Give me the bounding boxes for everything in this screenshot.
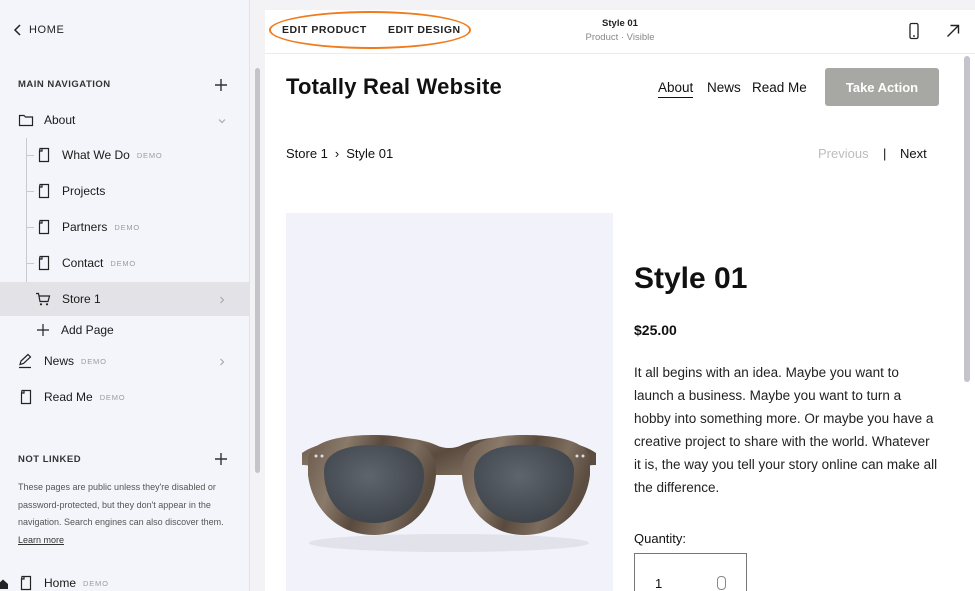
sidebar-item-store-1[interactable]: Store 1	[0, 282, 249, 316]
breadcrumb-store[interactable]: Store 1	[286, 146, 328, 161]
breadcrumb: Store 1 › Style 01	[286, 146, 393, 161]
quantity-label: Quantity:	[634, 531, 687, 546]
previous-link[interactable]: Previous	[818, 146, 869, 161]
sidebar-item-partners[interactable]: Partners DEMO	[0, 210, 249, 244]
page-status: Product · Visible	[585, 32, 655, 43]
sidebar-item-news[interactable]: News DEMO	[0, 344, 249, 378]
plus-icon	[35, 322, 51, 338]
sidebar: HOME MAIN NAVIGATION About What We Do DE…	[0, 0, 250, 591]
product-description: It all begins with an idea. Maybe you wa…	[634, 365, 938, 495]
breadcrumb-separator: ›	[334, 146, 340, 161]
not-linked-text: These pages are public unless they're di…	[18, 482, 224, 527]
page-icon	[36, 183, 52, 199]
demo-badge: DEMO	[99, 392, 126, 402]
page-icon	[36, 147, 52, 163]
demo-badge: DEMO	[114, 222, 141, 232]
sidebar-item-label: Store 1	[62, 292, 101, 306]
home-back-link[interactable]: HOME	[13, 24, 64, 36]
sidebar-item-what-we-do[interactable]: What We Do DEMO	[0, 138, 249, 172]
site-nav-read-me[interactable]: Read Me	[752, 80, 807, 95]
page-icon	[18, 575, 34, 591]
not-linked-heading: NOT LINKED	[18, 454, 82, 465]
sidebar-item-about[interactable]: About	[0, 103, 249, 137]
edit-product-button[interactable]: EDIT PRODUCT	[282, 24, 367, 36]
product-title: Style 01	[634, 262, 748, 295]
chevron-right-icon[interactable]	[217, 294, 227, 304]
sidebar-item-label: News	[44, 354, 75, 368]
chevron-right-icon[interactable]	[217, 356, 227, 366]
learn-more-link[interactable]: Learn more	[18, 535, 64, 545]
demo-badge: DEMO	[83, 578, 109, 588]
sidebar-item-label: What We Do	[62, 148, 130, 162]
site-nav-about[interactable]: About	[658, 80, 694, 98]
chevron-left-icon	[13, 24, 21, 36]
demo-badge: DEMO	[110, 258, 137, 268]
sidebar-item-label: Read Me	[44, 390, 93, 404]
open-external-icon[interactable]	[944, 22, 962, 40]
sidebar-item-read-me[interactable]: Read Me DEMO	[0, 380, 249, 414]
quantity-input[interactable]: 1	[634, 553, 747, 591]
sidebar-item-contact[interactable]: Contact DEMO	[0, 246, 249, 280]
add-main-nav-button[interactable]	[214, 78, 228, 92]
home-icon	[0, 575, 9, 591]
pager-separator: |	[883, 146, 887, 161]
page-icon	[18, 389, 34, 405]
quantity-value: 1	[655, 576, 663, 591]
cart-icon	[35, 291, 51, 307]
product-image[interactable]	[286, 213, 613, 591]
site-preview: EDIT PRODUCT EDIT DESIGN Style 01 Produc…	[265, 10, 975, 591]
sidebar-item-label: About	[44, 113, 76, 127]
page-icon	[36, 255, 52, 271]
quantity-stepper[interactable]	[717, 576, 726, 590]
sidebar-item-projects[interactable]: Projects	[0, 174, 249, 208]
next-link[interactable]: Next	[900, 146, 927, 161]
take-action-button[interactable]: Take Action	[825, 68, 939, 106]
plus-icon	[215, 453, 227, 465]
site-nav-news[interactable]: News	[707, 80, 741, 95]
sidebar-scrollbar[interactable]	[255, 68, 260, 473]
not-linked-description: These pages are public unless they're di…	[18, 479, 233, 549]
blog-icon	[17, 353, 33, 369]
main-navigation-heading: MAIN NAVIGATION	[18, 79, 111, 90]
page-icon	[36, 219, 52, 235]
add-not-linked-button[interactable]	[214, 452, 228, 466]
sidebar-item-label: Home	[44, 576, 77, 590]
demo-badge: DEMO	[81, 356, 107, 366]
plus-icon	[215, 79, 227, 91]
sidebar-item-home[interactable]: Home DEMO	[0, 566, 249, 591]
sidebar-item-label: Contact	[62, 256, 104, 270]
mobile-preview-icon[interactable]	[905, 22, 923, 40]
add-page-button[interactable]: Add Page	[0, 313, 249, 347]
editor-toolbar: EDIT PRODUCT EDIT DESIGN Style 01 Produc…	[265, 10, 975, 54]
breadcrumb-current: Style 01	[346, 146, 394, 161]
product-price: $25.00	[634, 322, 677, 338]
sidebar-item-label: Partners	[62, 220, 108, 234]
sunglasses-image	[302, 435, 596, 552]
site-title[interactable]: Totally Real Website	[286, 74, 502, 100]
chevron-down-icon[interactable]	[217, 115, 227, 125]
page-title: Style 01	[602, 18, 638, 29]
home-label: HOME	[29, 24, 65, 36]
folder-icon	[18, 112, 34, 128]
add-page-label: Add Page	[61, 323, 114, 337]
preview-scrollbar[interactable]	[964, 56, 970, 382]
demo-badge: DEMO	[136, 150, 163, 160]
sidebar-item-label: Projects	[62, 184, 106, 198]
edit-design-button[interactable]: EDIT DESIGN	[388, 24, 461, 36]
